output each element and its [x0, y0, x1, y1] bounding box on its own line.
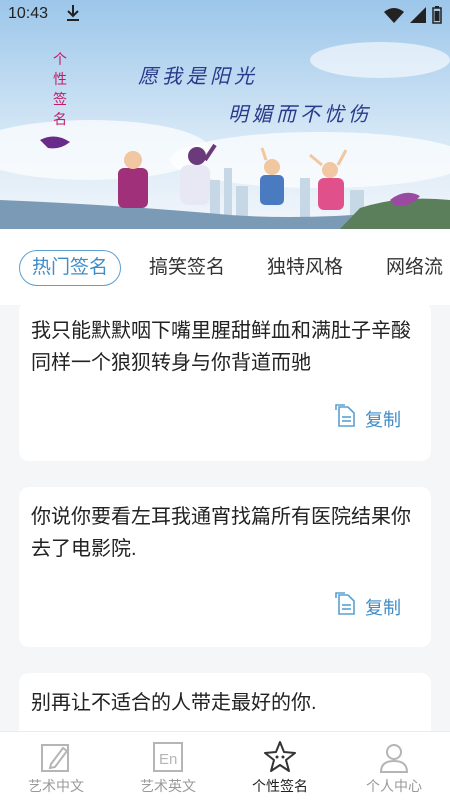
nav-art-english[interactable]: En 艺术英文 — [112, 732, 224, 801]
status-bar: 10:43 — [0, 0, 450, 30]
copy-button[interactable]: 复制 — [335, 592, 401, 621]
nav-label: 艺术中文 — [28, 778, 84, 794]
copy-button[interactable]: 复制 — [335, 404, 401, 433]
tab-funny[interactable]: 搞笑签名 — [149, 250, 225, 286]
signal-icon — [410, 7, 426, 27]
en-square-icon: En — [151, 740, 185, 774]
tab-unique[interactable]: 独特风格 — [267, 250, 343, 286]
copy-icon — [335, 404, 357, 433]
tab-hot[interactable]: 热门签名 — [19, 250, 122, 286]
copy-label: 复制 — [365, 597, 401, 618]
tab-internet[interactable]: 网络流 — [386, 250, 443, 286]
nav-label: 艺术英文 — [140, 778, 196, 794]
category-tabs: 热门签名 搞笑签名 独特风格 网络流 — [0, 229, 450, 305]
status-time: 10:43 — [8, 5, 49, 22]
signature-card: 别再让不适合的人带走最好的你. 复制 — [19, 673, 431, 731]
signature-list: 我只能默默咽下嘴里腥甜鲜血和满肚子辛酸同样一个狼狈转身与你背道而驰 复制 你说你… — [0, 305, 450, 731]
signature-card: 你说你要看左耳我通宵找篇所有医院结果你去了电影院. 复制 — [19, 487, 431, 647]
nav-profile[interactable]: 个人中心 — [338, 732, 450, 801]
nav-label: 个性签名 — [252, 778, 308, 794]
bottom-nav: 艺术中文 En 艺术英文 个性签名 个人中心 — [0, 731, 450, 801]
nav-signature[interactable]: 个性签名 — [224, 732, 336, 801]
nav-label: 个人中心 — [366, 778, 422, 794]
svg-text:En: En — [159, 751, 177, 768]
banner-tagline: 愿我是阳光 — [138, 64, 258, 88]
signature-card: 我只能默默咽下嘴里腥甜鲜血和满肚子辛酸同样一个狼狈转身与你背道而驰 复制 — [19, 305, 431, 461]
person-icon — [377, 740, 411, 774]
download-icon — [66, 4, 80, 26]
banner-tagline: 明媚而不忧伤 — [228, 102, 372, 126]
pen-square-icon — [39, 740, 73, 774]
signature-text: 我只能默默咽下嘴里腥甜鲜血和满肚子辛酸同样一个狼狈转身与你背道而驰 — [31, 320, 411, 374]
banner-vertical-title: 个性签名 — [53, 52, 67, 128]
wifi-icon — [384, 7, 404, 27]
copy-icon — [335, 592, 357, 621]
signature-text: 你说你要看左耳我通宵找篇所有医院结果你去了电影院. — [31, 506, 411, 560]
nav-art-chinese[interactable]: 艺术中文 — [0, 732, 112, 801]
copy-label: 复制 — [365, 409, 401, 430]
signature-text: 别再让不适合的人带走最好的你. — [31, 692, 317, 714]
banner-image: 个性签名 愿我是阳光 明媚而不忧伤 — [0, 0, 450, 229]
star-face-icon — [263, 740, 297, 774]
battery-icon — [432, 6, 442, 28]
